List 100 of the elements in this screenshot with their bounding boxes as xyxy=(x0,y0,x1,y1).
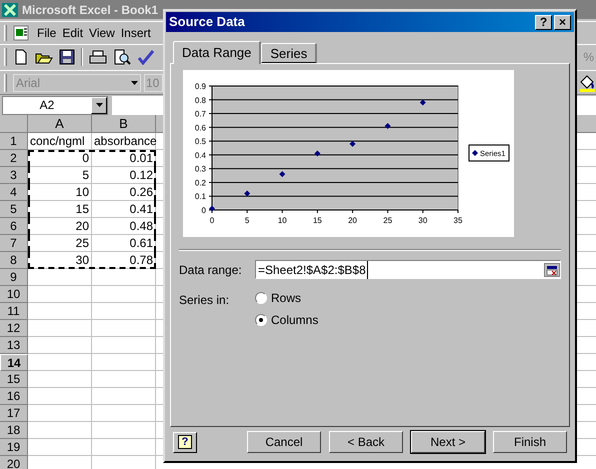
axis-tick-label: 0.8 xyxy=(194,96,206,105)
workbook-icon[interactable] xyxy=(13,24,31,40)
table-cell[interactable] xyxy=(92,303,156,320)
axis-tick-label: 0 xyxy=(209,216,214,225)
table-cell[interactable] xyxy=(92,354,156,371)
row-header[interactable]: 3 xyxy=(0,167,28,184)
table-cell[interactable] xyxy=(28,354,92,371)
table-cell[interactable] xyxy=(92,286,156,303)
axis-tick-label: 0.5 xyxy=(194,137,206,146)
table-cell[interactable] xyxy=(92,422,156,439)
name-box[interactable]: A2 xyxy=(2,96,108,114)
select-all-corner[interactable] xyxy=(0,115,28,133)
table-cell[interactable]: 0.41 xyxy=(92,201,156,218)
row-header[interactable]: 2 xyxy=(0,150,28,167)
tab[interactable]: Data Range xyxy=(173,41,262,64)
row-header[interactable]: 5 xyxy=(0,201,28,218)
dropdown-arrow-icon[interactable] xyxy=(96,103,102,107)
row-header[interactable]: 10 xyxy=(0,286,28,303)
row-header[interactable]: 17 xyxy=(0,405,28,422)
row-header[interactable]: 19 xyxy=(0,439,28,456)
row-header[interactable]: 15 xyxy=(0,371,28,388)
data-point xyxy=(208,206,214,212)
help-button[interactable]: ? xyxy=(173,432,197,452)
help-button[interactable]: ? xyxy=(535,14,552,30)
table-cell[interactable] xyxy=(92,371,156,388)
data-range-field[interactable]: =Sheet2!$A$2:$B$8 xyxy=(255,260,561,279)
collapse-dialog-icon[interactable] xyxy=(544,262,560,276)
menu-item[interactable]: Edit xyxy=(62,24,84,42)
row-header[interactable]: 20 xyxy=(0,456,28,469)
print-preview-icon[interactable] xyxy=(113,49,131,65)
table-cell[interactable]: 0.26 xyxy=(92,184,156,201)
window-title: Microsoft Excel - Book1 xyxy=(22,2,158,18)
table-cell[interactable]: 25 xyxy=(28,235,92,252)
table-cell[interactable] xyxy=(92,337,156,354)
table-cell[interactable] xyxy=(28,303,92,320)
data-point xyxy=(384,122,390,129)
menu-item[interactable]: Insert xyxy=(120,24,151,42)
table-cell[interactable] xyxy=(28,405,92,422)
menu-item[interactable]: View xyxy=(89,24,115,42)
column-header[interactable]: A xyxy=(28,115,92,133)
row-header[interactable]: 12 xyxy=(0,320,28,337)
field-label: Data range: xyxy=(179,262,243,278)
table-cell[interactable]: 0.01 xyxy=(92,150,156,167)
table-cell[interactable] xyxy=(28,320,92,337)
axis-tick-label: 10 xyxy=(277,216,286,225)
table-cell[interactable] xyxy=(28,388,92,405)
spreadsheet-logo-icon[interactable] xyxy=(2,2,18,16)
row-header[interactable]: 8 xyxy=(0,252,28,269)
table-cell[interactable] xyxy=(28,337,92,354)
table-cell[interactable]: 0.12 xyxy=(92,167,156,184)
table-cell[interactable] xyxy=(28,371,92,388)
table-cell[interactable]: 20 xyxy=(28,218,92,235)
radio-option[interactable]: Rows xyxy=(255,289,318,307)
row-header[interactable]: 11 xyxy=(0,303,28,320)
axis-tick-label: 0 xyxy=(201,206,206,215)
table-cell[interactable] xyxy=(28,439,92,456)
table-cell[interactable]: absorbance xyxy=(92,133,156,150)
check-mark-icon[interactable] xyxy=(137,49,155,65)
row-header[interactable]: 18 xyxy=(0,422,28,439)
printer-icon[interactable] xyxy=(89,49,107,65)
row-header[interactable]: 1 xyxy=(0,133,28,150)
dialog-button[interactable]: Cancel xyxy=(247,431,321,453)
new-document-icon[interactable] xyxy=(13,49,29,65)
table-cell[interactable] xyxy=(92,405,156,422)
table-cell[interactable] xyxy=(92,269,156,286)
row-header[interactable]: 4 xyxy=(0,184,28,201)
row-header[interactable]: 13 xyxy=(0,337,28,354)
table-cell[interactable]: 0.48 xyxy=(92,218,156,235)
radio-option[interactable]: Columns xyxy=(255,311,318,329)
row-header[interactable]: 7 xyxy=(0,235,28,252)
fill-color-icon[interactable] xyxy=(579,74,595,92)
table-cell[interactable]: 10 xyxy=(28,184,92,201)
table-cell[interactable] xyxy=(92,388,156,405)
tab[interactable]: Series xyxy=(261,43,318,63)
dialog-button[interactable]: < Back xyxy=(329,431,403,453)
table-cell[interactable]: 15 xyxy=(28,201,92,218)
axis-tick-label: 5 xyxy=(244,216,249,225)
row-header[interactable]: 6 xyxy=(0,218,28,235)
table-cell[interactable] xyxy=(92,320,156,337)
table-cell[interactable] xyxy=(28,286,92,303)
row-header[interactable]: 14 xyxy=(0,354,28,371)
dialog-button[interactable]: Finish xyxy=(493,431,567,453)
axis-tick-label: 0.4 xyxy=(194,150,206,160)
table-cell[interactable]: conc/ngml xyxy=(28,133,92,150)
row-header[interactable]: 16 xyxy=(0,388,28,405)
table-cell[interactable]: 5 xyxy=(28,167,92,184)
table-cell[interactable]: 0.61 xyxy=(92,235,156,252)
table-cell[interactable]: 0 xyxy=(28,150,92,167)
close-button[interactable]: × xyxy=(554,14,571,30)
axis-tick-label: 25 xyxy=(382,216,392,225)
column-header[interactable]: B xyxy=(92,115,156,133)
dropdown-arrow-icon[interactable] xyxy=(131,80,138,84)
menu-item[interactable]: File xyxy=(37,24,56,42)
table-cell[interactable] xyxy=(92,439,156,456)
dialog-button[interactable]: Next > xyxy=(411,431,485,453)
row-header[interactable]: 9 xyxy=(0,269,28,286)
table-cell[interactable] xyxy=(28,269,92,286)
table-cell[interactable]: 0.78 xyxy=(92,252,156,269)
table-cell[interactable]: 30 xyxy=(28,252,92,269)
table-cell[interactable] xyxy=(28,422,92,439)
